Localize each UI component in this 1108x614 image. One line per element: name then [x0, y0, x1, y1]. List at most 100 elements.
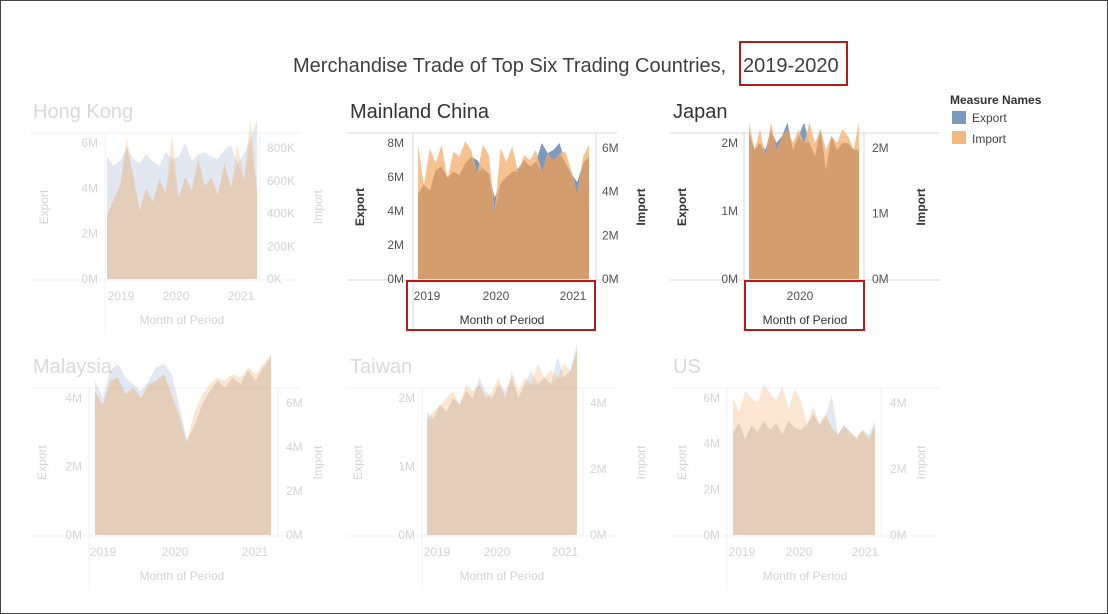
y-axis-label-right: Import: [311, 445, 325, 480]
left-tick-label: 4M: [65, 391, 82, 405]
x-axis-label: Month of Period: [140, 313, 225, 327]
y-axis-label-left: Export: [353, 188, 367, 226]
left-tick-label: 1M: [398, 460, 415, 474]
panel-taiwan: Taiwan 2M 1M 0M 4M 2M 0M Export Import 2019 2020 20…: [347, 343, 648, 590]
right-tick-label: 800K: [267, 141, 295, 155]
dashboard-title-prefix: Merchandise Trade of Top Six Trading Cou…: [293, 55, 726, 77]
right-tick-label: 4M: [286, 440, 303, 454]
x-axis-label: Month of Period: [460, 569, 545, 583]
x-tick-label: 2020: [787, 289, 814, 303]
right-tick-label: 0K: [267, 272, 282, 286]
left-tick-label: 2M: [398, 391, 415, 405]
left-tick-label: 0M: [398, 528, 415, 542]
left-tick-label: 2M: [387, 238, 404, 252]
panel-title: US: [673, 356, 701, 378]
left-tick-label: 0M: [703, 528, 720, 542]
panel-hong-kong: Hong Kong 6M 4M 2M 0M 800K 600K 400K 200K 0K Expor…: [30, 101, 325, 334]
right-tick-label: 0M: [286, 528, 303, 542]
left-tick-label: 6M: [387, 170, 404, 184]
x-tick-label: 2020: [162, 545, 189, 559]
x-axis-label: Month of Period: [460, 313, 545, 327]
left-tick-label: 6M: [81, 136, 98, 150]
panel-mainland-china: Mainland China 8M 6M 4M 2M 0M 6M 4M 2M 0M Export Im…: [347, 101, 648, 334]
left-tick-label: 4M: [81, 181, 98, 195]
right-tick-label: 2M: [590, 462, 607, 476]
y-axis-label-right: Import: [914, 445, 928, 480]
legend-swatch-import[interactable]: [952, 131, 966, 144]
x-axis-label: Month of Period: [140, 569, 225, 583]
x-tick-label: 2020: [484, 545, 511, 559]
x-tick-label: 2020: [163, 289, 190, 303]
right-tick-label: 0M: [890, 528, 907, 542]
x-tick-label: 2021: [242, 545, 269, 559]
left-tick-label: 2M: [65, 460, 82, 474]
left-tick-label: 4M: [703, 437, 720, 451]
y-axis-label-left: Export: [35, 444, 49, 479]
legend-title: Measure Names: [950, 93, 1042, 107]
x-tick-label: 2020: [483, 289, 510, 303]
panel-malaysia: Malaysia 4M 2M 0M 6M 4M 2M 0M Export Import 2019 20…: [30, 353, 325, 590]
left-tick-label: 0M: [387, 272, 404, 286]
y-axis-label-right: Import: [634, 188, 648, 225]
left-tick-label: 4M: [387, 204, 404, 218]
right-tick-label: 4M: [602, 185, 619, 199]
left-tick-label: 0M: [721, 272, 738, 286]
panel-title: Malaysia: [33, 356, 113, 378]
y-axis-label-right: Import: [914, 188, 928, 225]
x-tick-label: 2019: [414, 289, 441, 303]
right-tick-label: 600K: [267, 174, 295, 188]
y-axis-label-left: Export: [351, 444, 365, 479]
left-tick-label: 2M: [721, 136, 738, 150]
right-tick-label: 400K: [267, 207, 295, 221]
legend: Measure Names Export Import: [950, 93, 1042, 146]
x-tick-label: 2021: [228, 289, 255, 303]
legend-swatch-export[interactable]: [952, 111, 966, 124]
legend-label-export[interactable]: Export: [972, 111, 1007, 125]
dashboard-canvas: Merchandise Trade of Top Six Trading Cou…: [30, 41, 1042, 590]
right-tick-label: 2M: [602, 228, 619, 242]
x-tick-label: 2021: [552, 545, 579, 559]
left-tick-label: 8M: [387, 136, 404, 150]
left-tick-label: 2M: [81, 227, 98, 241]
right-tick-label: 0M: [590, 528, 607, 542]
right-tick-label: 6M: [286, 396, 303, 410]
panel-us: US6M 4M 2M 0M 4M 2M 0M Export Import 2019 2020 2021…: [670, 356, 940, 590]
dashboard-title-years: 2019-2020: [743, 55, 839, 77]
x-tick-label: 2020: [786, 545, 813, 559]
panel-title: Hong Kong: [33, 101, 133, 123]
panel-title: Taiwan: [350, 356, 412, 378]
country-panels: Hong Kong 6M 4M 2M 0M 800K 600K 400K 200K 0K Expor…: [30, 101, 940, 590]
series-area-overlap: [733, 414, 875, 535]
x-axis-label: Month of Period: [763, 313, 848, 327]
left-tick-label: 6M: [703, 391, 720, 405]
y-axis-label-right: Import: [634, 445, 648, 480]
left-tick-label: 2M: [703, 482, 720, 496]
right-tick-label: 2M: [872, 141, 889, 155]
right-tick-label: 4M: [890, 396, 907, 410]
right-tick-label: 2M: [286, 484, 303, 498]
legend-label-import[interactable]: Import: [972, 132, 1007, 146]
right-tick-label: 200K: [267, 239, 295, 253]
x-tick-label: 2019: [108, 289, 135, 303]
x-axis-label: Month of Period: [763, 569, 848, 583]
y-axis-label-right: Import: [311, 189, 325, 224]
right-tick-label: 4M: [590, 396, 607, 410]
y-axis-label-left: Export: [37, 189, 51, 224]
right-tick-label: 1M: [872, 207, 889, 221]
right-tick-label: 2M: [890, 462, 907, 476]
x-tick-label: 2021: [560, 289, 587, 303]
y-axis-label-left: Export: [675, 444, 689, 479]
x-tick-label: 2019: [729, 545, 756, 559]
y-axis-label-left: Export: [675, 188, 689, 226]
dashboard-title-group: Merchandise Trade of Top Six Trading Cou…: [293, 41, 848, 86]
left-tick-label: 1M: [721, 204, 738, 218]
panel-japan: Japan 2M 1M 0M 2M 1M 0M Export Import 2020 Month o…: [670, 101, 940, 334]
panel-title: Japan: [673, 101, 728, 123]
left-tick-label: 0M: [65, 528, 82, 542]
x-tick-label: 2021: [852, 545, 879, 559]
right-tick-label: 6M: [602, 141, 619, 155]
right-tick-label: 0M: [602, 272, 619, 286]
panel-title: Mainland China: [350, 101, 490, 123]
right-tick-label: 0M: [872, 272, 889, 286]
left-tick-label: 0M: [81, 272, 98, 286]
